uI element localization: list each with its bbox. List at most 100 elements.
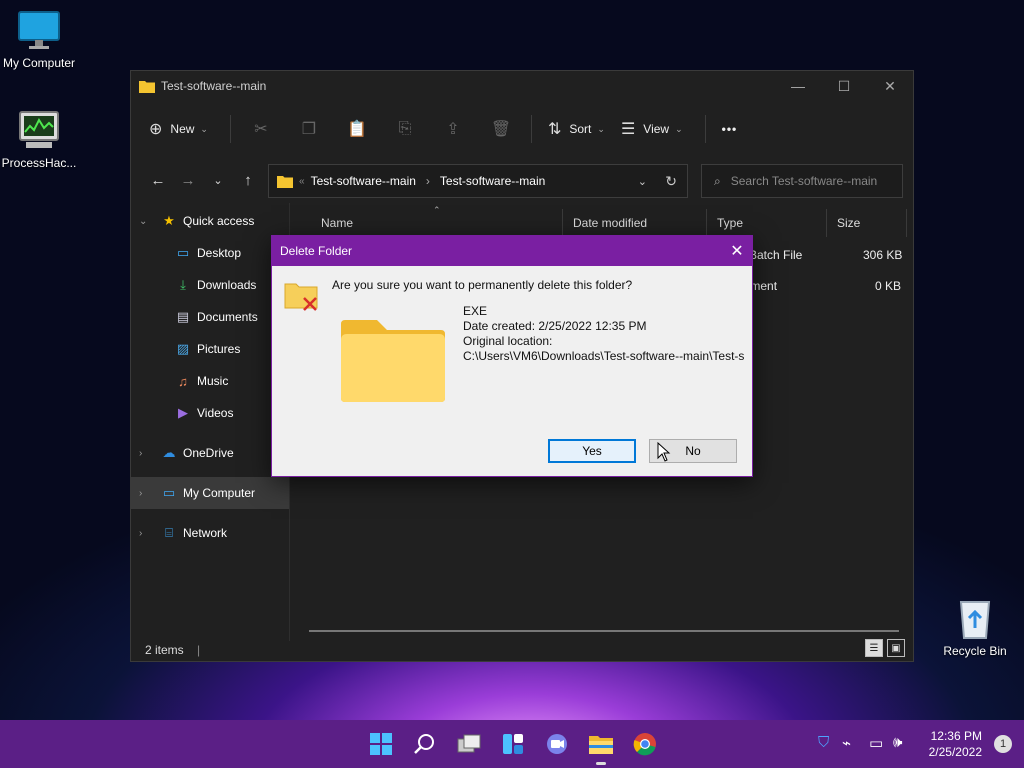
nav-item-my-computer[interactable]: › ▭ My Computer bbox=[131, 477, 289, 509]
minimize-button[interactable]: — bbox=[775, 71, 821, 101]
toolbar-divider bbox=[530, 115, 532, 143]
task-view-button[interactable] bbox=[455, 730, 483, 758]
chrome-icon bbox=[633, 733, 656, 756]
horizontal-scrollbar[interactable] bbox=[309, 630, 899, 632]
navigation-pane: ⌄ ★ Quick access ▭ Desktop ⤓ Downloads ▤… bbox=[131, 203, 289, 633]
column-header-type[interactable]: Type bbox=[707, 209, 827, 237]
volume-icon[interactable]: 🕪 bbox=[893, 734, 902, 751]
folder-icon bbox=[139, 81, 155, 93]
large-icons-view-icon[interactable]: ▣ bbox=[887, 639, 905, 657]
column-header-date[interactable]: Date modified bbox=[563, 209, 707, 237]
nav-label: Network bbox=[183, 526, 228, 540]
processhacker-icon bbox=[19, 111, 59, 148]
desktop-icon-recycle-bin[interactable]: Recycle Bin bbox=[933, 596, 1017, 658]
desktop-icon-processhacker[interactable]: ProcessHac... bbox=[0, 108, 81, 170]
maximize-button[interactable]: ☐ bbox=[821, 71, 867, 101]
chevron-down-icon[interactable]: ⌄ bbox=[139, 216, 153, 227]
monitor-icon bbox=[18, 11, 60, 49]
breadcrumb-item[interactable]: Test-software--main bbox=[311, 174, 416, 188]
nav-item-pictures[interactable]: ▨ Pictures bbox=[131, 333, 289, 365]
notification-badge[interactable]: 1 bbox=[994, 735, 1012, 753]
rename-icon[interactable]: ⎘ bbox=[381, 120, 429, 138]
dialog-question: Are you sure you want to permanently del… bbox=[332, 278, 633, 292]
video-icon: ▶ bbox=[178, 405, 188, 420]
nav-item-network[interactable]: › ⌸ Network bbox=[131, 517, 289, 549]
search-input[interactable]: ⌕ Search Test-software--main bbox=[701, 164, 903, 198]
clock[interactable]: 12:36 PM 2/25/2022 bbox=[929, 728, 982, 760]
more-options-button[interactable]: ••• bbox=[722, 122, 738, 136]
sort-button[interactable]: ⇅ Sort ⌄ bbox=[548, 119, 605, 139]
sort-ascending-icon: ⌃ bbox=[433, 205, 441, 215]
details-view-icon[interactable]: ☰ bbox=[865, 639, 883, 657]
monitor-icon: ▭ bbox=[162, 485, 176, 500]
column-label: Type bbox=[717, 216, 744, 230]
up-arrow-icon[interactable]: ↑ bbox=[233, 172, 263, 189]
nav-item-quick-access[interactable]: ⌄ ★ Quick access bbox=[131, 205, 289, 237]
nav-item-desktop[interactable]: ▭ Desktop bbox=[131, 237, 289, 269]
address-bar[interactable]: « Test-software--main › Test-software--m… bbox=[268, 164, 688, 198]
start-button[interactable] bbox=[367, 730, 395, 758]
command-bar: ⊕ New ⌄ ✂ ❐ 📋 ⎘ ⇪ 🗑 ⇅ Sort ⌄ ☰ View ⌄ ••… bbox=[131, 101, 913, 157]
share-icon[interactable]: ⇪ bbox=[429, 119, 477, 139]
back-arrow-icon[interactable]: ← bbox=[143, 172, 173, 189]
chevron-right-icon[interactable]: › bbox=[139, 488, 153, 499]
folder-details: EXE Date created: 2/25/2022 12:35 PM Ori… bbox=[463, 304, 747, 364]
star-icon: ★ bbox=[163, 213, 175, 228]
window-titlebar[interactable]: Test-software--main — ☐ ✕ bbox=[131, 71, 913, 101]
security-warning-icon[interactable]: ⛉ bbox=[818, 734, 829, 751]
copy-icon[interactable]: ❐ bbox=[285, 119, 333, 139]
nav-item-documents[interactable]: ▤ Documents bbox=[131, 301, 289, 333]
file-size: 306 KB bbox=[863, 248, 903, 262]
sort-icon: ⇅ bbox=[547, 121, 562, 138]
chat-icon bbox=[547, 734, 567, 754]
window-title: Test-software--main bbox=[161, 79, 267, 93]
no-label: No bbox=[685, 444, 701, 458]
yes-button[interactable]: Yes bbox=[548, 439, 636, 463]
nav-label: Videos bbox=[197, 406, 234, 420]
address-dropdown-icon[interactable]: ⌄ bbox=[638, 175, 647, 188]
recent-locations-chevron-icon[interactable]: ⌄ bbox=[203, 174, 233, 187]
delete-icon[interactable]: 🗑 bbox=[477, 119, 525, 139]
active-app-indicator bbox=[596, 762, 606, 765]
chevron-right-icon: › bbox=[425, 174, 430, 188]
nav-item-onedrive[interactable]: › ☁ OneDrive bbox=[131, 437, 289, 469]
nav-item-downloads[interactable]: ⤓ Downloads bbox=[131, 269, 289, 301]
forward-arrow-icon[interactable]: → bbox=[173, 172, 203, 189]
clock-time: 12:36 PM bbox=[930, 729, 982, 743]
desktop-icon: ▭ bbox=[176, 245, 190, 260]
refresh-icon[interactable]: ↻ bbox=[665, 173, 677, 190]
column-label: Date modified bbox=[573, 216, 648, 230]
file-explorer-taskbar-button[interactable] bbox=[587, 730, 615, 758]
search-taskbar-button[interactable] bbox=[411, 730, 439, 758]
toolbar-divider bbox=[704, 115, 706, 143]
cut-icon[interactable]: ✂ bbox=[237, 119, 285, 139]
close-button[interactable]: ✕ bbox=[867, 71, 913, 101]
breadcrumb-overflow[interactable]: « bbox=[299, 176, 305, 187]
dialog-titlebar[interactable]: Delete Folder bbox=[272, 236, 752, 266]
dialog-close-button[interactable]: ✕ bbox=[722, 236, 752, 266]
nav-item-videos[interactable]: ▶ Videos bbox=[131, 397, 289, 429]
chat-button[interactable] bbox=[543, 730, 571, 758]
desktop-icon-my-computer[interactable]: My Computer bbox=[0, 10, 81, 70]
column-header-size[interactable]: Size bbox=[827, 209, 907, 237]
display-icon[interactable]: ▭ bbox=[869, 734, 883, 752]
status-bar: 2 items | bbox=[145, 643, 200, 657]
paste-icon[interactable]: 📋 bbox=[333, 119, 381, 139]
chrome-taskbar-button[interactable] bbox=[631, 730, 659, 758]
nav-item-music[interactable]: ♫ Music bbox=[131, 365, 289, 397]
dialog-title: Delete Folder bbox=[280, 244, 353, 258]
chevron-right-icon[interactable]: › bbox=[139, 448, 153, 459]
cloud-icon: ☁ bbox=[162, 445, 176, 460]
nav-label: Quick access bbox=[183, 214, 255, 228]
breadcrumb-item[interactable]: Test-software--main bbox=[440, 174, 545, 188]
new-button[interactable]: ⊕ New ⌄ bbox=[149, 119, 208, 139]
network-disconnected-icon[interactable]: ⌁ bbox=[842, 734, 851, 752]
widgets-button[interactable] bbox=[499, 730, 527, 758]
search-icon bbox=[414, 734, 434, 754]
view-button[interactable]: ☰ View ⌄ bbox=[621, 119, 683, 139]
chevron-right-icon[interactable]: › bbox=[139, 528, 153, 539]
search-placeholder: Search Test-software--main bbox=[730, 174, 878, 188]
taskbar: ⛉ ⌁ ▭ 🕪 12:36 PM 2/25/2022 1 bbox=[0, 720, 1024, 768]
folder-name: EXE bbox=[463, 304, 488, 318]
new-label: New bbox=[170, 122, 195, 136]
